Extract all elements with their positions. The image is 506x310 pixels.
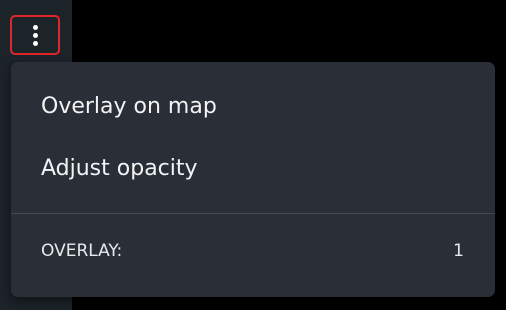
menu-item-label: Adjust opacity bbox=[41, 155, 198, 181]
overlay-count: 1 bbox=[453, 241, 464, 261]
more-vertical-icon bbox=[32, 24, 38, 46]
overlay-count-row: OVERLAY: 1 bbox=[11, 232, 495, 270]
menu-divider bbox=[11, 213, 495, 214]
menu-item-overlay-on-map[interactable]: Overlay on map bbox=[11, 75, 495, 137]
menu-item-label: Overlay on map bbox=[41, 93, 217, 119]
overlay-label: OVERLAY: bbox=[41, 241, 123, 261]
more-options-button[interactable] bbox=[10, 15, 60, 55]
menu-item-adjust-opacity[interactable]: Adjust opacity bbox=[11, 137, 495, 199]
options-menu: Overlay on map Adjust opacity OVERLAY: 1 bbox=[11, 62, 495, 297]
